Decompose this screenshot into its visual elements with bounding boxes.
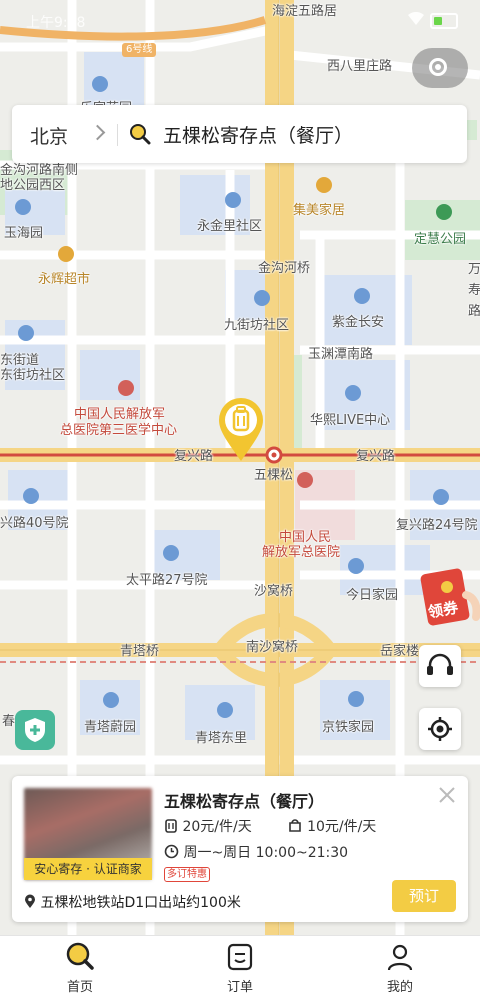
- search-icon: [130, 124, 151, 145]
- tab-mine-label: 我的: [386, 980, 413, 995]
- tab-mine[interactable]: 我的: [350, 936, 450, 1000]
- tab-orders-label: 订单: [226, 980, 253, 995]
- map-label: 兴路40号院: [0, 516, 69, 531]
- search-bar[interactable]: 北京 五棵松寄存点（餐厅）: [12, 105, 467, 163]
- map-label: 青塔蔚园: [84, 720, 137, 735]
- locate-me-button[interactable]: [419, 708, 461, 750]
- bottom-tab-bar: 首页 订单 我的: [0, 935, 480, 1000]
- storage-pin-marker[interactable]: [217, 397, 265, 463]
- location-pin-icon: [25, 894, 35, 908]
- map-label: 沙窝桥: [254, 584, 294, 599]
- map-label: 南沙窝桥: [246, 640, 299, 655]
- map-label: 东街坊社区: [0, 368, 66, 383]
- map-label: 金沟河桥: [258, 261, 311, 276]
- tab-home[interactable]: 首页: [30, 936, 130, 1000]
- opening-hours: 周一~周日 10:00~21:30: [183, 845, 349, 861]
- luggage-icon: [165, 819, 177, 833]
- bag-icon: [288, 819, 301, 832]
- map-label: 岳家楼: [380, 644, 420, 659]
- subway-line-badge: 6号线: [122, 43, 157, 57]
- map-label: 永金里社区: [197, 219, 263, 234]
- crosshair-icon: [428, 717, 452, 741]
- map-label: 复兴路24号院: [396, 518, 478, 533]
- battery-icon: [430, 13, 458, 29]
- book-button[interactable]: 预订: [392, 880, 456, 912]
- map-label: 春: [2, 714, 16, 729]
- search-home-icon: [66, 942, 94, 970]
- status-time: 上午9:28: [26, 15, 86, 31]
- location-toggle-button[interactable]: [412, 48, 468, 88]
- map-label: 五棵松: [254, 468, 294, 483]
- user-icon: [387, 944, 413, 971]
- headset-icon: [427, 653, 453, 675]
- customer-service-button[interactable]: [419, 645, 461, 687]
- map-label: 玉渊潭南路: [308, 347, 374, 362]
- map-label: 寿: [468, 283, 480, 298]
- wifi-icon: [408, 12, 424, 25]
- shield-plus-icon: [25, 718, 45, 742]
- map-label: 太平路27号院: [126, 573, 208, 588]
- map-label: 永辉超市: [38, 272, 91, 287]
- city-selector[interactable]: 北京: [30, 122, 68, 149]
- discount-badge: 多订特惠: [164, 867, 210, 882]
- order-icon: [227, 943, 253, 971]
- price-luggage: 20元/件/天: [182, 819, 252, 835]
- map-label: 西八里庄路: [327, 59, 393, 74]
- tab-home-label: 首页: [66, 980, 93, 995]
- coupon-button[interactable]: 领券: [416, 565, 480, 629]
- address-row: 五棵松地铁站D1口出站约100米: [24, 892, 241, 912]
- tab-orders[interactable]: 订单: [190, 936, 290, 1000]
- safety-shield-button[interactable]: [15, 710, 55, 750]
- map-label: 万: [468, 262, 480, 277]
- address-text: 五棵松地铁站D1口出站约100米: [40, 895, 241, 911]
- hours-row: 周一~周日 10:00~21:30: [164, 842, 348, 862]
- map-label: 华熙LIVE中心: [310, 413, 391, 428]
- search-query[interactable]: 五棵松寄存点（餐厅）: [163, 121, 353, 148]
- price-row: 20元/件/天 10元/件/天: [164, 816, 376, 836]
- price-bag: 10元/件/天: [307, 819, 377, 835]
- poi-card[interactable]: 安心寄存 · 认证商家 五棵松寄存点（餐厅） 20元/件/天 10元/件/天 周…: [12, 776, 468, 922]
- map-label: 九街坊社区: [224, 318, 290, 333]
- map-label: 复兴路: [356, 449, 396, 464]
- map-label: 今日家园: [346, 588, 399, 603]
- map-label: 路: [468, 304, 480, 319]
- status-bar: 上午9:28: [0, 0, 480, 40]
- map-label: 玉海园: [4, 226, 44, 241]
- close-icon[interactable]: [438, 786, 456, 804]
- chevron-right-icon: [89, 124, 106, 141]
- map-label: 青塔桥: [120, 644, 160, 659]
- map-label: 总医院第三医学中心: [60, 423, 178, 438]
- clock-icon: [164, 844, 179, 859]
- poi-title: 五棵松寄存点（餐厅）: [164, 792, 325, 811]
- map-label: 青塔东里: [195, 731, 248, 746]
- certified-tag: 安心寄存 · 认证商家: [24, 858, 152, 880]
- map-label: 解放军总医院: [262, 545, 341, 560]
- map-label: 集美家居: [293, 203, 346, 218]
- map-label: 紫金长安: [332, 315, 385, 330]
- map-label: 复兴路: [174, 449, 214, 464]
- map-label: 京铁家园: [322, 720, 375, 735]
- map-label: 定慧公园: [414, 232, 467, 247]
- map-label: 地公园西区: [0, 178, 66, 193]
